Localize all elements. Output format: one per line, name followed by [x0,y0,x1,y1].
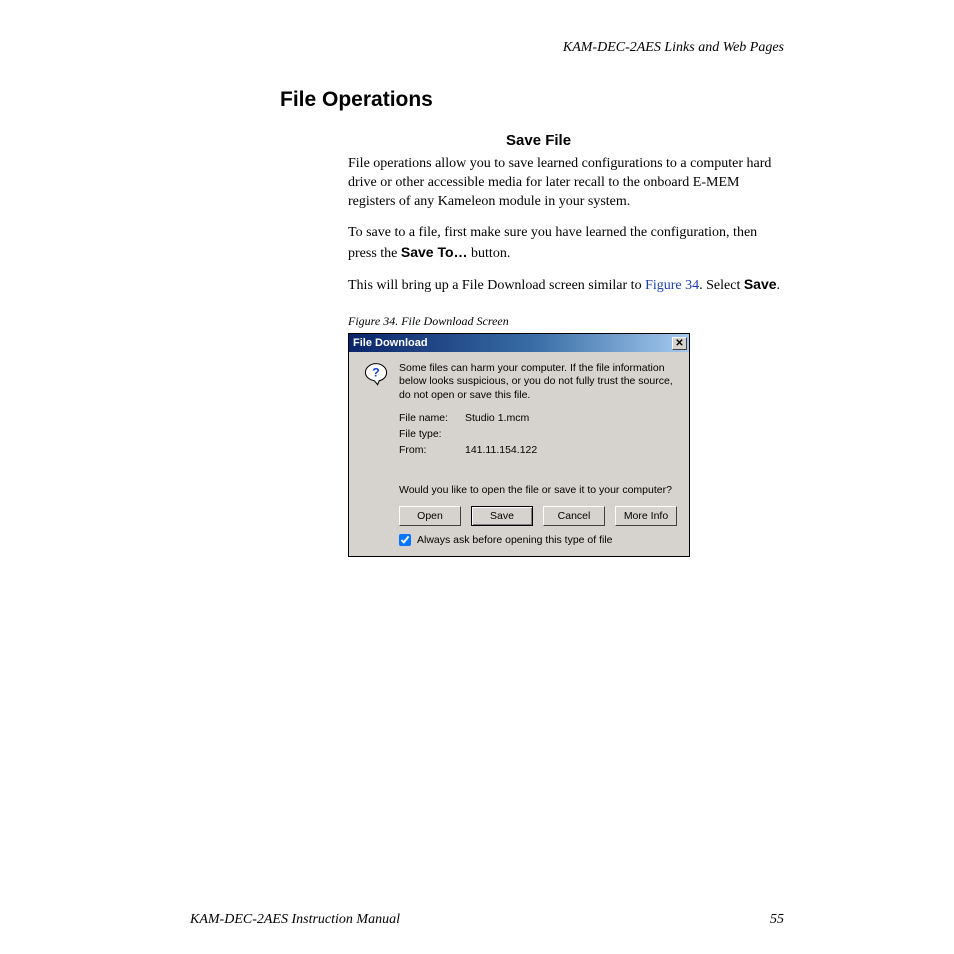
question-icon: ? [363,362,389,388]
paragraph-1: File operations allow you to save learne… [348,155,784,212]
close-icon[interactable]: ✕ [672,337,687,350]
section-title: File Operations [280,88,784,112]
file-download-dialog: File Download ✕ ? Some files can harm yo… [348,333,690,556]
running-head: KAM-DEC-2AES Links and Web Pages [190,40,784,56]
from-label: From: [399,444,457,456]
para3-post: . [777,278,781,293]
dialog-title: File Download [353,337,428,349]
save-to-label: Save To… [401,244,468,260]
cancel-button[interactable]: Cancel [543,506,605,526]
more-info-button[interactable]: More Info [615,506,677,526]
dialog-warning: Some files can harm your computer. If th… [399,362,677,401]
filename-value: Studio 1.mcm [465,412,529,424]
always-ask-label: Always ask before opening this type of f… [417,534,613,546]
figure-link[interactable]: Figure 34 [645,278,699,293]
page-number: 55 [770,912,784,928]
figure-caption: Figure 34. File Download Screen [348,314,784,329]
para3-pre: This will bring up a File Download scree… [348,278,645,293]
paragraph-3: This will bring up a File Download scree… [348,275,784,296]
para2-post: button. [468,246,511,261]
save-label: Save [744,276,777,292]
filename-label: File name: [399,412,457,424]
from-value: 141.11.154.122 [465,444,537,456]
save-button[interactable]: Save [471,506,533,526]
paragraph-2: To save to a file, first make sure you h… [348,224,784,264]
dialog-prompt: Would you like to open the file or save … [399,484,677,496]
para3-mid: . Select [699,278,744,293]
svg-text:?: ? [372,366,379,380]
page-footer: KAM-DEC-2AES Instruction Manual 55 [190,912,784,928]
dialog-titlebar[interactable]: File Download ✕ [349,334,689,352]
open-button[interactable]: Open [399,506,461,526]
manual-title: KAM-DEC-2AES Instruction Manual [190,912,400,928]
filetype-label: File type: [399,428,457,440]
subsection-title: Save File [506,132,784,149]
button-row: Open Save Cancel More Info [399,506,677,526]
always-ask-checkbox[interactable] [399,534,411,546]
